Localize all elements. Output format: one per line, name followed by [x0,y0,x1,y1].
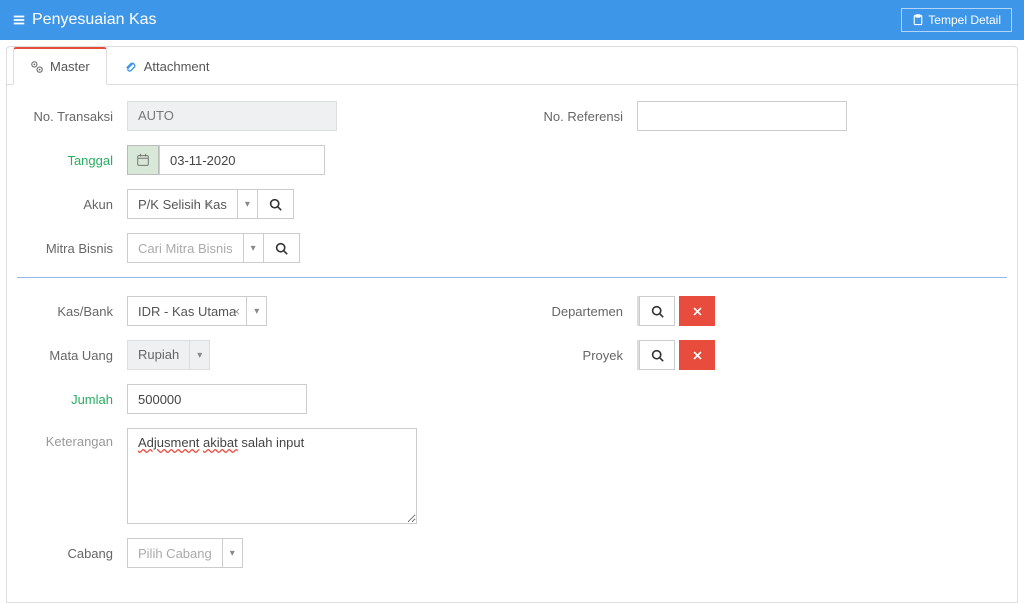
chevron-down-icon[interactable]: ▾ [244,233,264,263]
cogs-icon [30,60,44,74]
cabang-select[interactable]: Pilih Cabang [127,538,223,568]
departemen-search-button[interactable] [639,296,675,326]
label-kas-bank: Kas/Bank [17,304,127,319]
main-panel: Master Attachment No. Transaksi AUTO No.… [6,46,1018,603]
mitra-bisnis-search-button[interactable] [264,233,300,263]
form-body: No. Transaksi AUTO No. Referensi Tanggal [7,85,1017,602]
label-akun: Akun [17,197,127,212]
page-header: Penyesuaian Kas Tempel Detail [0,0,1024,40]
akun-select[interactable]: P/K Selisih Kas × [127,189,238,219]
label-departemen: Departemen [527,304,637,319]
chevron-down-icon[interactable]: ▾ [247,296,267,326]
calendar-icon [136,153,150,167]
page-title: Penyesuaian Kas [12,11,157,29]
proyek-remove-button[interactable] [679,340,715,370]
chevron-down-icon[interactable]: ▾ [223,538,243,568]
close-icon [692,350,703,361]
label-keterangan: Keterangan [17,428,127,449]
clear-icon[interactable]: × [205,197,213,212]
tab-master[interactable]: Master [13,47,107,85]
paperclip-icon [124,60,138,74]
tab-attachment[interactable]: Attachment [107,47,227,85]
label-mata-uang: Mata Uang [17,348,127,363]
search-icon [275,242,288,255]
label-cabang: Cabang [17,546,127,561]
mitra-bisnis-select[interactable]: Cari Mitra Bisnis [127,233,244,263]
label-proyek: Proyek [527,348,637,363]
label-jumlah: Jumlah [17,392,127,407]
akun-search-button[interactable] [258,189,294,219]
list-icon [12,13,26,27]
label-tanggal: Tanggal [17,153,127,168]
label-no-transaksi: No. Transaksi [17,109,127,124]
tempel-detail-button[interactable]: Tempel Detail [901,8,1012,32]
chevron-down-icon[interactable]: ▾ [190,340,210,370]
kas-bank-select[interactable]: IDR - Kas Utama × [127,296,247,326]
jumlah-input[interactable] [127,384,307,414]
proyek-search-button[interactable] [639,340,675,370]
search-icon [651,305,664,318]
search-icon [651,349,664,362]
no-transaksi-field: AUTO [127,101,337,131]
tabs: Master Attachment [7,47,1017,85]
calendar-button[interactable] [127,145,159,175]
clear-icon[interactable]: × [233,304,241,319]
section-divider [17,277,1007,278]
mata-uang-select[interactable]: Rupiah [127,340,190,370]
no-referensi-input[interactable] [637,101,847,131]
keterangan-textarea[interactable]: Adjusment akibat salah input [127,428,417,524]
paste-icon [912,14,924,26]
label-no-referensi: No. Referensi [527,109,637,124]
close-icon [692,306,703,317]
departemen-remove-button[interactable] [679,296,715,326]
label-mitra-bisnis: Mitra Bisnis [17,241,127,256]
search-icon [269,198,282,211]
chevron-down-icon[interactable]: ▾ [238,189,258,219]
tanggal-input[interactable] [159,145,325,175]
